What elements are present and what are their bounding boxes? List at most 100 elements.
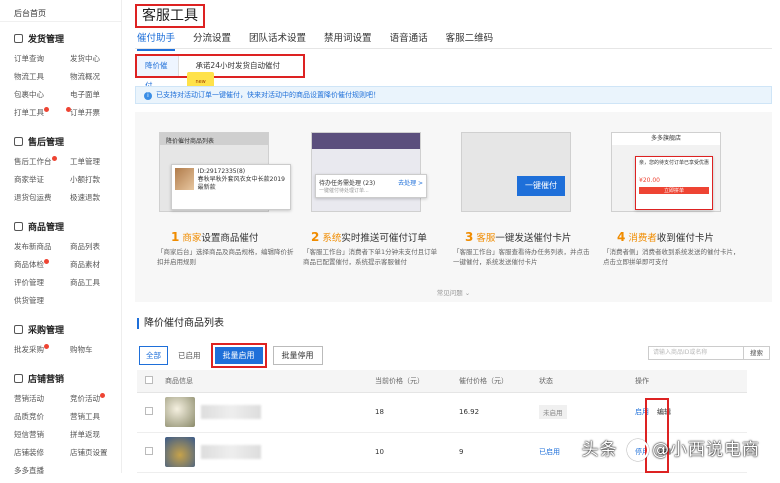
step4-card: 亲，您的待支付订单已享受优惠 ¥20.00 立即拼单 [635,156,713,210]
table-header: 商品信息 当前价格（元） 催付价格（元） 状态 操作 [137,370,747,393]
sidebar-section-header[interactable]: 店铺营销 [0,368,121,389]
notification-dot [52,156,57,161]
sidebar-item[interactable]: 退货包运费 [14,190,70,206]
subtab-price-cut[interactable]: 降价催付 [137,56,180,90]
select-all-checkbox[interactable] [145,375,153,384]
step4-title: 4 消费者收到催付卡片 [617,230,714,244]
sidebar-item[interactable]: 订单查询 [14,51,70,67]
row-checkbox[interactable] [145,407,153,415]
sidebar-section-aftersale: 售后管理 售后工作台 工单管理 商家举证 小额打款 退货包运费 极速退款 [0,125,121,210]
tab-divider [135,48,772,49]
step4-desc: 「消费者侧」消费者收到系统发送的催付卡片，点击立即拼单即可支付 [603,248,740,266]
sidebar-item[interactable]: 批发采购 [14,342,70,358]
sidebar-item[interactable]: 物流概况 [70,69,126,85]
sidebar-item[interactable]: 打单工具 [14,105,70,121]
filter-bar: 全部 已启用 批量启用 批量停用 [139,343,323,368]
sidebar-item[interactable]: 包裹中心 [14,87,70,103]
sidebar: 后台首页 发货管理 订单查询 发货中心 物流工具 物流概况 包裹中心 电子面单 … [0,0,122,475]
shield-icon [14,137,23,146]
sidebar-item[interactable]: 发货中心 [70,51,126,67]
watermark: 头条 @小西说电商 [581,439,760,461]
sidebar-item[interactable]: 商品素材 [70,257,126,273]
go-handle-link[interactable]: 去处理 > [398,178,423,187]
batch-disable-button[interactable]: 批量停用 [272,346,323,365]
status-badge: 已启用 [539,448,560,456]
notification-dot [44,259,49,264]
batch-enable-wrapper: 批量启用 [210,343,267,368]
product-name-blurred [201,405,261,419]
sidebar-item[interactable]: 店铺页设置 [70,445,126,461]
sidebar-item[interactable]: 商品工具 [70,275,126,291]
cart-icon [14,325,23,334]
steps-panel: 降价催付商品列表 ID:29172335(8) 春秋早秋外套风衣女中长款2019最… [135,112,772,302]
sidebar-section-header[interactable]: 发货管理 [0,28,121,49]
sidebar-item[interactable]: 小额打款 [70,172,126,188]
sidebar-item[interactable]: 商品列表 [70,239,126,255]
step3-title: 3 客服一键发送催付卡片 [465,230,572,244]
truck-icon [14,34,23,43]
product-image [165,397,195,427]
sidebar-item[interactable]: 多多直播 [14,463,70,479]
sidebar-item[interactable]: 店铺装修 [14,445,70,461]
sidebar-item[interactable]: 营销工具 [70,409,126,425]
step3-desc: 「客服工作台」客服查看待办任务列表，并点击一键催付，系统发送催付卡片 [453,248,590,266]
sidebar-item[interactable]: 评价管理 [14,275,70,291]
info-icon: i [144,92,152,100]
page-title: 客服工具 [135,4,205,28]
step1-title: 1 商家设置商品催付 [171,230,259,244]
notification-dot [44,344,49,349]
sidebar-section-header[interactable]: 商品管理 [0,216,121,237]
sidebar-item[interactable]: 订单开票 [66,105,126,121]
main-content: 客服工具 催付助手 分流设置 团队话术设置 禁用词设置 语音通话 客服二维码 降… [123,0,780,473]
sidebar-section-marketing: 店铺营销 营销活动 竞价活动 品质竞价 营销工具 短信营销 拼单返现 店铺装修 … [0,362,121,483]
step3-screenshot [461,132,571,212]
step1-panel-title: 降价催付商品列表 [160,133,268,145]
status-badge: 未启用 [539,405,567,419]
megaphone-icon [14,374,23,383]
sidebar-item[interactable]: 发布新商品 [14,239,70,255]
sidebar-home[interactable]: 后台首页 [0,0,121,22]
product-thumbnail [175,168,194,190]
list-title: 降价催付商品列表 [137,318,224,329]
notification-dot [44,107,49,112]
search-button[interactable]: 搜索 [744,346,770,360]
sidebar-item[interactable]: 售后工作台 [14,154,70,170]
batch-enable-button[interactable]: 批量启用 [214,347,263,364]
faq-link[interactable]: 常见问题 ⌄ [135,287,772,297]
sidebar-item[interactable]: 短信营销 [14,427,70,443]
step2-title: 2 系统实时推送可催付订单 [311,230,427,244]
notification-dot [100,393,105,398]
sidebar-item[interactable]: 营销活动 [14,391,70,407]
sidebar-item[interactable]: 物流工具 [14,69,70,85]
product-name-blurred [201,445,261,459]
sidebar-section-header[interactable]: 采购管理 [0,319,121,340]
search-box: 请输入商品ID或名称 搜索 [648,346,770,360]
sidebar-item[interactable]: 工单管理 [70,154,126,170]
buy-now-button[interactable]: 立即拼单 [639,187,709,194]
sidebar-section-header[interactable]: 售后管理 [0,131,121,152]
sidebar-item[interactable]: 商家举证 [14,172,70,188]
search-input[interactable]: 请输入商品ID或名称 [648,346,744,360]
sidebar-item[interactable]: 购物车 [70,342,126,358]
sidebar-item[interactable]: 供货管理 [14,293,70,309]
sidebar-item[interactable]: 电子面单 [70,87,126,103]
sidebar-section-goods: 商品管理 发布新商品 商品列表 商品体检 商品素材 评价管理 商品工具 供货管理 [0,210,121,313]
step2-screenshot [311,132,421,212]
urge-one-click-button[interactable]: 一键催付 [517,176,565,196]
batch-disable-wrapper: 批量停用 [272,346,323,365]
filter-all[interactable]: 全部 [139,346,168,365]
subtab-24h-auto[interactable]: 承诺24小时发货自动催付new [179,56,303,92]
sidebar-item[interactable]: 商品体检 [14,257,70,273]
sidebar-item[interactable]: 极速退款 [70,190,126,206]
step1-popup: ID:29172335(8) 春秋早秋外套风衣女中长款2019最新款 [171,164,291,210]
sidebar-item[interactable]: 拼单返现 [70,427,126,443]
filter-enabled[interactable]: 已启用 [174,347,205,364]
notice-banner: i 已支持对活动订单一键催付，快来对活动中的商品设置降价催付规则吧！ [135,86,772,104]
step2-popup: 待办任务需处理 (23) 去处理 > 一键催付待处理订单... [315,174,427,198]
row-checkbox[interactable] [145,447,153,455]
step1-desc: 「商家后台」选择商品及商品规格，编辑降价折扣并启用规则 [157,248,294,266]
box-icon [14,222,23,231]
sidebar-item[interactable]: 竞价活动 [70,391,126,407]
step2-desc: 「客服工作台」消费者下单1分钟未支付且订单商品已配置催付，系统提示客服催付 [303,248,438,266]
sidebar-item[interactable]: 品质竞价 [14,409,70,425]
